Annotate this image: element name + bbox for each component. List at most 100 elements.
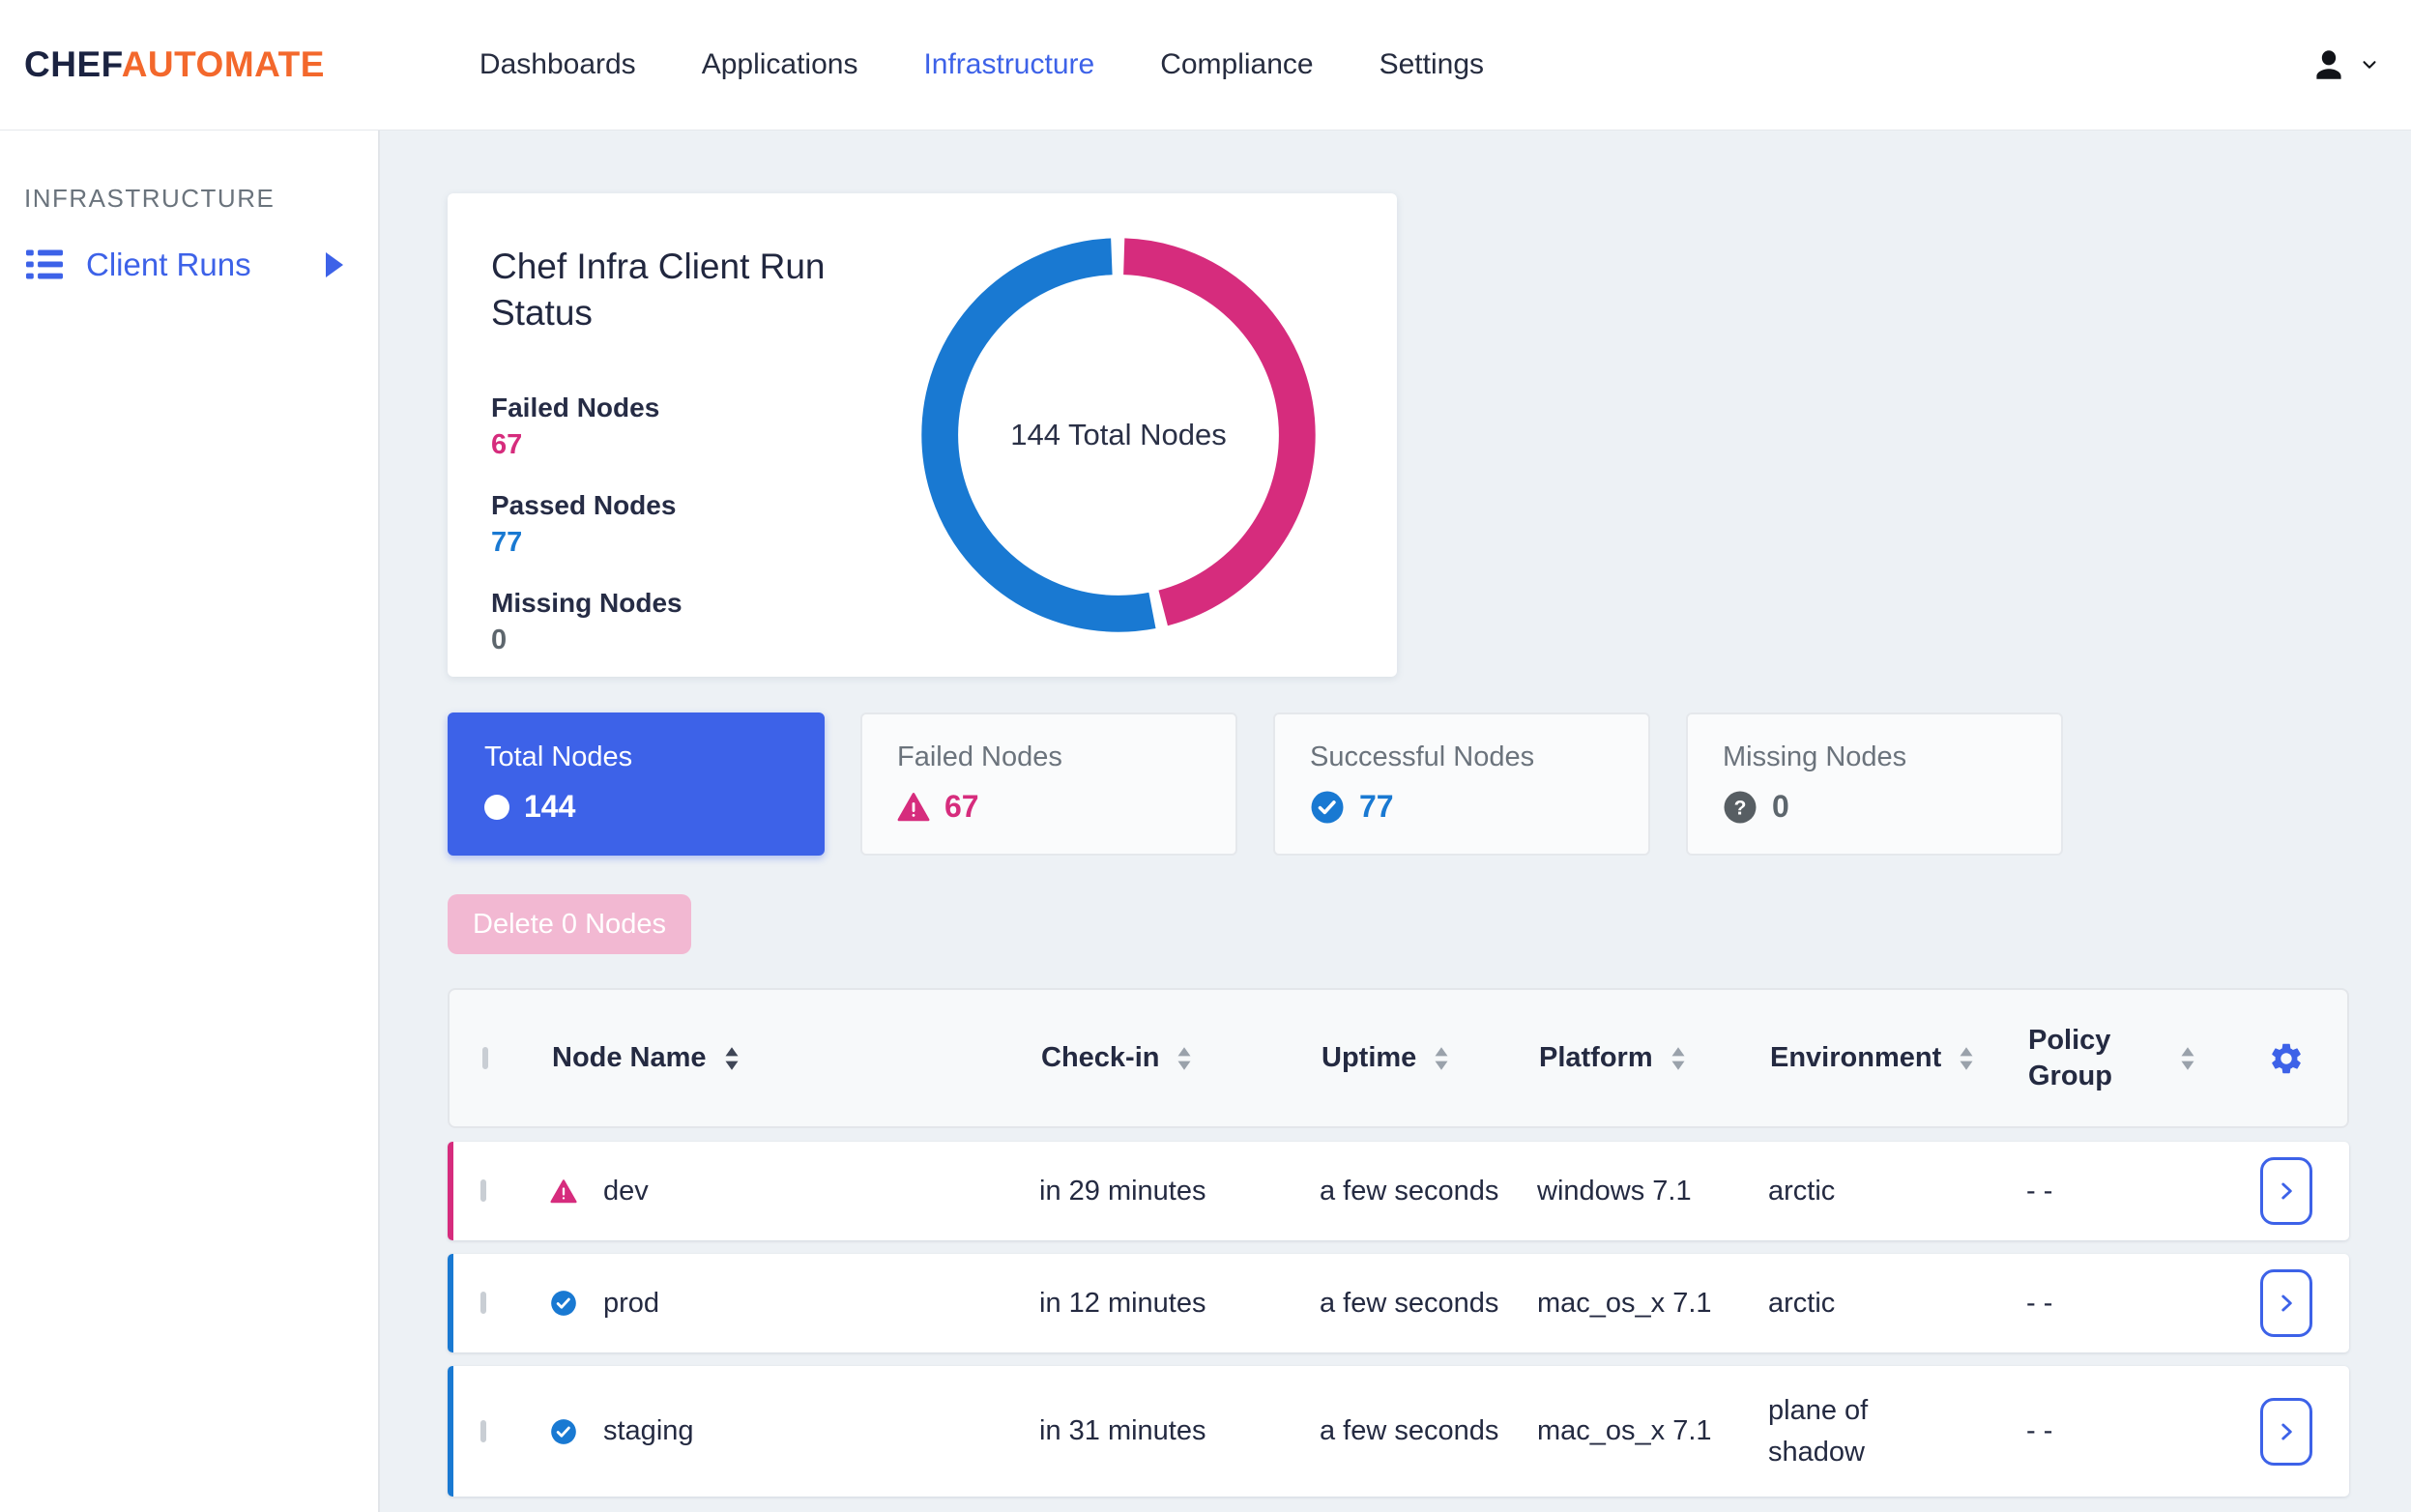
select-all-checkbox[interactable]	[482, 1046, 488, 1069]
card-label: Successful Nodes	[1310, 741, 1535, 772]
status-card-left: Chef Infra Client Run Status Failed Node…	[448, 193, 915, 677]
failed-status-icon	[550, 1178, 577, 1204]
environment-cell: arctic	[1768, 1287, 1836, 1319]
question-circle-icon: ?	[1723, 790, 1757, 825]
stat-value: 0	[491, 625, 508, 656]
logo-chef: CHEF	[24, 44, 122, 84]
client-runs-list-icon	[24, 247, 65, 283]
table-row: dev in 29 minutes a few seconds windows …	[448, 1142, 2349, 1240]
node-name: staging	[603, 1415, 694, 1446]
table-header: Node Name Check-in Uptime Platform Envir…	[448, 988, 2349, 1128]
missing-nodes-card[interactable]: Missing Nodes ? 0	[1686, 712, 2063, 856]
column-uptime: Uptime	[1322, 1042, 1417, 1074]
failed-nodes-stat: Failed Nodes 67	[491, 393, 915, 461]
svg-text:?: ?	[1734, 797, 1747, 819]
card-value: 0	[1772, 789, 1789, 824]
nodes-table: Node Name Check-in Uptime Platform Envir…	[448, 988, 2349, 1497]
status-card-title: Chef Infra Client Run Status	[491, 247, 826, 334]
nav-applications[interactable]: Applications	[702, 48, 858, 81]
sidebar-heading: INFRASTRUCTURE	[24, 184, 276, 213]
row-checkbox[interactable]	[480, 1292, 486, 1314]
main-nav: Dashboards Applications Infrastructure C…	[479, 48, 1484, 81]
sort-icon[interactable]	[1434, 1046, 1449, 1071]
policy-group-cell: - -	[2026, 1415, 2053, 1447]
column-policy-group: Policy Group	[2028, 1025, 2112, 1091]
policy-group-cell: - -	[2026, 1175, 2053, 1207]
warning-triangle-icon	[897, 792, 930, 822]
card-label: Failed Nodes	[897, 741, 1062, 772]
donut-center-label: 144 Total Nodes	[1010, 418, 1227, 451]
check-in-cell: in 12 minutes	[1039, 1287, 1206, 1319]
open-node-button[interactable]	[2260, 1397, 2312, 1466]
total-nodes-card[interactable]: Total Nodes 144	[448, 712, 825, 856]
sidebar-item-label: Client Runs	[86, 247, 251, 282]
check-in-cell: in 31 minutes	[1039, 1415, 1206, 1447]
table-row: staging in 31 minutes a few seconds mac_…	[448, 1366, 2349, 1497]
uptime-cell: a few seconds	[1320, 1287, 1499, 1319]
stat-label: Missing Nodes	[491, 588, 683, 619]
logo-automate: AUTOMATE	[121, 44, 325, 84]
nav-dashboards[interactable]: Dashboards	[479, 48, 636, 81]
user-avatar-icon	[2309, 44, 2349, 85]
node-name: prod	[603, 1287, 660, 1319]
sidebar: INFRASTRUCTURE Client Runs	[0, 131, 380, 1512]
missing-nodes-stat: Missing Nodes 0	[491, 588, 915, 656]
policy-group-cell: - -	[2026, 1287, 2053, 1319]
table-row: prod in 12 minutes a few seconds mac_os_…	[448, 1254, 2349, 1352]
circle-icon	[484, 794, 509, 820]
row-checkbox[interactable]	[480, 1419, 486, 1442]
client-run-status-card: Chef Infra Client Run Status Failed Node…	[448, 193, 1397, 677]
main-content: Chef Infra Client Run Status Failed Node…	[380, 131, 2411, 1512]
delete-nodes-button[interactable]: Delete 0 Nodes	[448, 894, 691, 954]
nav-compliance[interactable]: Compliance	[1160, 48, 1313, 81]
open-node-button[interactable]	[2260, 1269, 2312, 1337]
stat-value: 77	[491, 527, 523, 559]
failed-nodes-card[interactable]: Failed Nodes 67	[860, 712, 1237, 856]
success-status-icon	[550, 1290, 577, 1317]
status-card-stats: Failed Nodes 67 Passed Nodes 77 Missing …	[491, 393, 915, 656]
gear-icon[interactable]	[2268, 1040, 2305, 1077]
row-checkbox[interactable]	[480, 1179, 486, 1202]
stat-label: Failed Nodes	[491, 393, 660, 423]
column-platform: Platform	[1539, 1042, 1653, 1074]
sort-icon[interactable]	[2180, 1046, 2195, 1071]
column-check-in: Check-in	[1041, 1042, 1160, 1074]
node-name: dev	[603, 1175, 649, 1207]
summary-cards-row: Total Nodes 144 Failed Nodes 67 Successf…	[448, 712, 2352, 856]
sidebar-item-client-runs[interactable]: Client Runs	[24, 247, 343, 283]
column-node-name: Node Name	[552, 1042, 707, 1074]
card-value: 144	[524, 789, 576, 824]
success-status-icon	[550, 1418, 577, 1445]
sort-icon[interactable]	[1959, 1046, 1974, 1071]
expand-arrow-icon[interactable]	[326, 252, 343, 277]
passed-nodes-stat: Passed Nodes 77	[491, 490, 915, 559]
check-circle-icon	[1310, 790, 1345, 825]
uptime-cell: a few seconds	[1320, 1175, 1499, 1207]
uptime-cell: a few seconds	[1320, 1415, 1499, 1447]
sort-icon[interactable]	[1176, 1046, 1192, 1071]
successful-nodes-card[interactable]: Successful Nodes 77	[1273, 712, 1650, 856]
sort-icon[interactable]	[1670, 1046, 1686, 1071]
card-value: 77	[1359, 789, 1394, 824]
environment-cell: arctic	[1768, 1175, 1836, 1207]
platform-cell: windows 7.1	[1537, 1175, 1692, 1207]
card-value: 67	[944, 789, 979, 824]
chef-automate-logo[interactable]: CHEFAUTOMATE	[24, 44, 325, 85]
nav-settings[interactable]: Settings	[1380, 48, 1484, 81]
stat-value: 67	[491, 429, 523, 461]
card-label: Total Nodes	[484, 741, 633, 772]
top-nav: CHEFAUTOMATE Dashboards Applications Inf…	[0, 0, 2411, 131]
column-environment: Environment	[1770, 1042, 1942, 1074]
stat-label: Passed Nodes	[491, 490, 677, 521]
client-run-donut: 144 Total Nodes	[915, 232, 1322, 638]
platform-cell: mac_os_x 7.1	[1537, 1415, 1712, 1447]
sort-icon[interactable]	[724, 1046, 740, 1071]
check-in-cell: in 29 minutes	[1039, 1175, 1206, 1207]
platform-cell: mac_os_x 7.1	[1537, 1287, 1712, 1319]
environment-cell: plane of shadow	[1768, 1395, 1869, 1468]
user-menu[interactable]	[2309, 44, 2380, 85]
open-node-button[interactable]	[2260, 1157, 2312, 1225]
chef-automate-app: CHEFAUTOMATE Dashboards Applications Inf…	[0, 0, 2411, 1512]
card-label: Missing Nodes	[1723, 741, 1907, 772]
nav-infrastructure[interactable]: Infrastructure	[923, 48, 1094, 81]
